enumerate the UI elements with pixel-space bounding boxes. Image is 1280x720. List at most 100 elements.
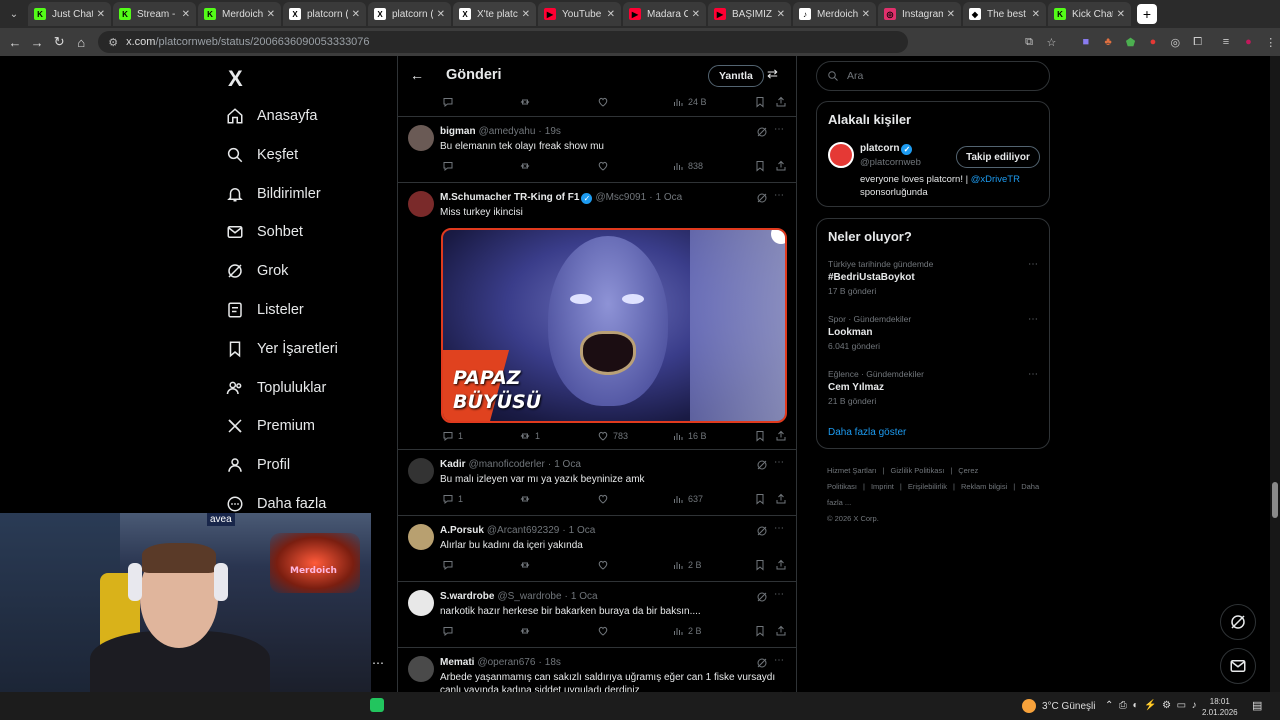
close-tab-icon[interactable]: ✕: [267, 9, 275, 20]
close-tab-icon[interactable]: ✕: [692, 9, 700, 20]
grok-icon[interactable]: [756, 591, 768, 603]
tweet-time[interactable]: 1 Oca: [656, 192, 683, 203]
avatar[interactable]: [408, 524, 434, 550]
address-bar[interactable]: ⚙ x.com/platcornweb/status/2006636090053…: [98, 31, 908, 53]
views-button[interactable]: 2 B: [672, 559, 702, 571]
browser-tab[interactable]: K Just Chatti ✕: [28, 2, 111, 26]
more-options-icon[interactable]: ⋯: [1028, 314, 1038, 325]
reading-list-icon[interactable]: ≡: [1217, 36, 1235, 48]
tab-search-button[interactable]: ⌄: [3, 3, 25, 25]
like-button[interactable]: [597, 625, 613, 637]
retweet-button[interactable]: 1: [519, 430, 540, 442]
footer-link[interactable]: Gizlilik Politikası: [891, 466, 945, 475]
grok-icon[interactable]: [756, 192, 768, 204]
sidebar-item-topluluklar[interactable]: Topluluklar: [226, 373, 326, 403]
forward-arrow-icon[interactable]: →: [26, 35, 48, 50]
profile-avatar[interactable]: ●: [1239, 36, 1257, 48]
author-handle[interactable]: @S_wardrobe: [497, 591, 561, 602]
footer-link[interactable]: © 2026 X Corp.: [827, 511, 1041, 527]
trend-item[interactable]: Spor · Gündemdekiler Lookman 6.041 gönderi…: [828, 314, 1038, 351]
views-button[interactable]: 2 B: [672, 625, 702, 637]
author-name[interactable]: Kadir: [440, 459, 466, 470]
author-handle[interactable]: @manoficoderler: [469, 459, 545, 470]
footer-link[interactable]: Imprint: [871, 482, 894, 491]
site-info-icon[interactable]: ⚙: [108, 36, 118, 49]
home-button-icon[interactable]: ⌂: [70, 35, 92, 50]
close-tab-icon[interactable]: ✕: [862, 9, 870, 20]
avatar[interactable]: [408, 656, 434, 682]
views-button[interactable]: 24 B: [672, 96, 707, 108]
author-name[interactable]: M.Schumacher TR-King of F1: [440, 192, 579, 203]
tweet-time[interactable]: 1 Oca: [571, 591, 598, 602]
shield-icon[interactable]: ⬟: [1121, 36, 1139, 49]
reply-button[interactable]: 1: [442, 430, 463, 442]
footer-link[interactable]: Hizmet Şartları: [827, 466, 877, 475]
adblock-icon[interactable]: ●: [1144, 36, 1162, 48]
browser-tab[interactable]: Xplatcorn (@ ✕: [283, 2, 366, 26]
tweet-time[interactable]: 1 Oca: [554, 459, 581, 470]
related-user-name-row[interactable]: platcorn ✓: [860, 143, 913, 155]
retweet-button[interactable]: [519, 96, 535, 108]
close-tab-icon[interactable]: ✕: [777, 9, 785, 20]
extension-icon[interactable]: ◎: [1166, 36, 1184, 49]
trend-item[interactable]: Türkiye tarihinde gündemde #BedriUstaBoyk…: [828, 259, 1038, 296]
search-input[interactable]: Ara: [816, 61, 1050, 91]
close-tab-icon[interactable]: ✕: [522, 9, 530, 20]
author-name[interactable]: Memati: [440, 657, 474, 668]
views-button[interactable]: 838: [672, 160, 703, 172]
browser-tab[interactable]: X X'te platc ✕: [453, 2, 536, 26]
browser-tab[interactable]: K Kick Chat ✕: [1048, 2, 1131, 26]
share-button[interactable]: [775, 625, 787, 637]
more-options-icon[interactable]: ⋯: [774, 124, 784, 135]
bookmark-button[interactable]: [754, 96, 766, 108]
author-name[interactable]: S.wardrobe: [440, 591, 494, 602]
reply-tweet[interactable]: M.Schumacher TR-King of F1 ✓ @Msc9091 · 1 Oc…: [398, 182, 796, 449]
sidebar-item-bildirimler[interactable]: Bildirimler: [226, 179, 321, 209]
close-tab-icon[interactable]: ✕: [437, 9, 445, 20]
sidebar-item-anasayfa[interactable]: Anasayfa: [226, 101, 317, 131]
grok-fab-button[interactable]: [1220, 604, 1256, 640]
puzzle-icon[interactable]: ⧠: [1188, 36, 1206, 49]
tweet-time[interactable]: 1 Oca: [569, 525, 596, 536]
bookmark-button[interactable]: [754, 430, 766, 442]
bookmark-button[interactable]: [754, 559, 766, 571]
reply-tweet[interactable]: bigman @amedyahu · 19s ⋯ Bu elemanın tek olay…: [398, 116, 796, 182]
sidebar-item-yer-i̇şaretleri[interactable]: Yer İşaretleri: [226, 334, 338, 364]
avatar[interactable]: [408, 590, 434, 616]
following-button[interactable]: Takip ediliyor: [956, 146, 1040, 168]
share-button[interactable]: [775, 160, 787, 172]
bookmark-button[interactable]: [754, 625, 766, 637]
sidebar-item-sohbet[interactable]: Sohbet: [226, 217, 303, 247]
footer-link[interactable]: Reklam bilgisi: [961, 482, 1007, 491]
sidebar-item-grok[interactable]: Grok: [226, 256, 288, 286]
sidebar-item-profil[interactable]: Profil: [226, 450, 290, 480]
avatar[interactable]: [408, 458, 434, 484]
reply-tweet[interactable]: Memati @operan676 · 18s ⋯ Arbede yaşanmamış c…: [398, 647, 796, 692]
menu-kebab-icon[interactable]: ⋮: [1262, 36, 1280, 49]
retweet-button[interactable]: [519, 160, 535, 172]
tweet-media-image[interactable]: PAPAZ BÜYÜSÜ: [441, 228, 787, 423]
more-dots-icon[interactable]: ⋯: [372, 656, 384, 670]
extension-icon[interactable]: ■: [1077, 36, 1095, 48]
x-logo-icon[interactable]: X: [228, 66, 243, 92]
close-tab-icon[interactable]: ✕: [97, 9, 105, 20]
like-button[interactable]: [597, 559, 613, 571]
trend-item[interactable]: Eğlence · Gündemdekiler Cem Yılmaz 21 B gö…: [828, 369, 1038, 406]
reply-tweet[interactable]: A.Porsuk @Arcant692329 · 1 Oca ⋯ Alırlar bu k…: [398, 515, 796, 581]
bookmark-button[interactable]: [754, 493, 766, 505]
like-button[interactable]: [597, 96, 613, 108]
more-options-icon[interactable]: ⋯: [1028, 259, 1038, 270]
share-button[interactable]: [775, 559, 787, 571]
sidebar-item-premium[interactable]: Premium: [226, 411, 315, 441]
avatar[interactable]: [408, 191, 434, 217]
author-name[interactable]: bigman: [440, 126, 476, 137]
back-arrow-icon[interactable]: ←: [410, 67, 430, 83]
reply-button[interactable]: [442, 96, 458, 108]
notification-icon[interactable]: ▤: [1252, 699, 1262, 712]
more-options-icon[interactable]: ⋯: [774, 655, 784, 666]
star-icon[interactable]: ☆: [1042, 36, 1060, 49]
reply-settings-icon[interactable]: ⇄: [767, 66, 783, 82]
author-handle[interactable]: @amedyahu: [479, 126, 536, 137]
share-button[interactable]: [775, 430, 787, 442]
page-scrollbar[interactable]: [1270, 56, 1280, 692]
